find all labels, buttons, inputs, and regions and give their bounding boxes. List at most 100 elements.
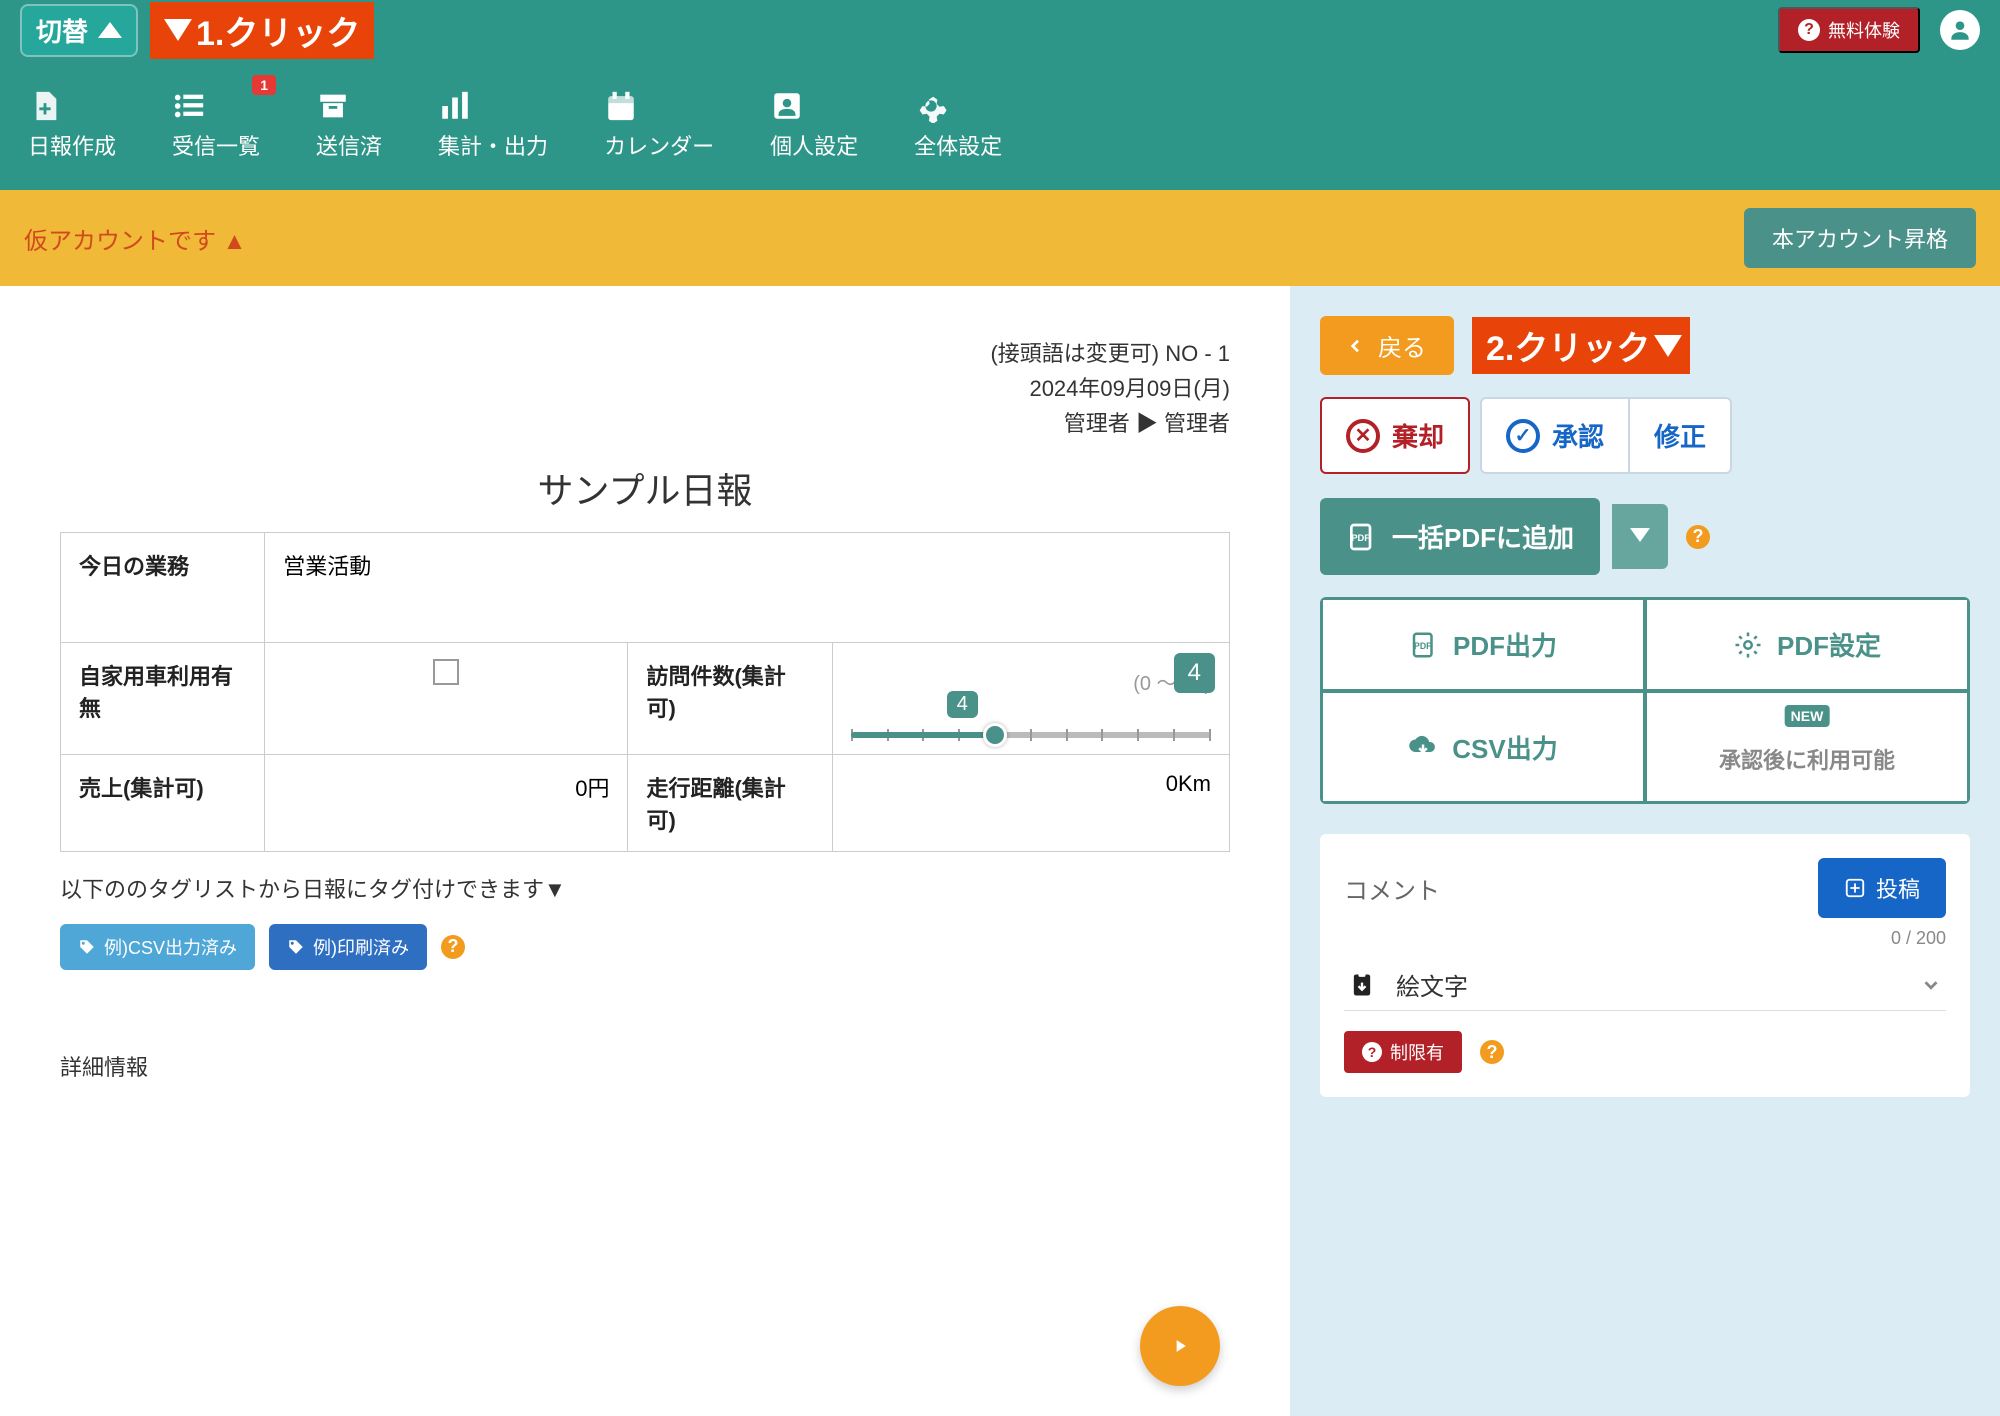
new-badge: NEW bbox=[1785, 705, 1830, 727]
char-count: 0 / 200 bbox=[1344, 928, 1946, 949]
chevron-left-icon bbox=[1348, 334, 1364, 358]
svg-text:PDF: PDF bbox=[1414, 640, 1432, 650]
upgrade-account-button[interactable]: 本アカウント昇格 bbox=[1744, 208, 1976, 268]
visit-label: 訪問件数(集計可) bbox=[628, 642, 832, 754]
pdf-icon: PDF bbox=[1346, 521, 1378, 553]
bulk-pdf-add-button[interactable]: PDF 一括PDFに追加 bbox=[1320, 498, 1600, 575]
nav-inbox[interactable]: 1 受信一覧 bbox=[164, 79, 268, 171]
avatar[interactable] bbox=[1940, 10, 1980, 50]
report-meta: (接頭語は変更可) NO - 1 2024年09月09日(月) 管理者 ▶ 管理… bbox=[60, 336, 1230, 442]
annotation-1: 1.クリック bbox=[150, 2, 374, 59]
approve-button[interactable]: ✓ 承認 bbox=[1480, 397, 1630, 474]
nav-sent[interactable]: 送信済 bbox=[308, 79, 390, 171]
visit-value-badge: 4 bbox=[1174, 653, 1215, 693]
nav-create-report[interactable]: 日報作成 bbox=[20, 79, 124, 171]
report-title: サンプル日報 bbox=[60, 462, 1230, 514]
nav-aggregate[interactable]: 集計・出力 bbox=[430, 79, 556, 171]
nav-badge: 1 bbox=[252, 75, 276, 95]
list-icon bbox=[172, 89, 260, 123]
pdf-icon: PDF bbox=[1409, 630, 1439, 660]
plus-box-icon bbox=[1844, 877, 1866, 899]
clipboard-icon bbox=[1348, 971, 1376, 999]
tag-icon bbox=[287, 938, 305, 956]
nav-global-settings[interactable]: 全体設定 bbox=[906, 79, 1010, 171]
detail-heading: 詳細情報 bbox=[60, 1050, 1230, 1082]
free-trial-label: 無料体験 bbox=[1828, 17, 1900, 43]
csv-out-label: CSV出力 bbox=[1452, 729, 1557, 766]
help-icon[interactable]: ? bbox=[1686, 525, 1710, 549]
visit-tooltip: 4 bbox=[947, 691, 978, 718]
help-icon[interactable]: ? bbox=[1480, 1040, 1504, 1064]
tag-csv-done[interactable]: 例)CSV出力済み bbox=[60, 924, 255, 970]
task-value: 営業活動 bbox=[265, 532, 1230, 642]
restrict-label: 制限有 bbox=[1390, 1039, 1444, 1065]
nav-label: 個人設定 bbox=[770, 134, 858, 159]
pdf-settings-button[interactable]: PDF設定 bbox=[1647, 600, 1967, 689]
file-plus-icon bbox=[28, 89, 116, 123]
archive-icon bbox=[316, 89, 382, 123]
nav-label: 受信一覧 bbox=[172, 134, 260, 159]
person-settings-icon bbox=[770, 89, 858, 123]
gear-icon bbox=[1733, 630, 1763, 660]
nav-label: 送信済 bbox=[316, 134, 382, 159]
pdf-output-button[interactable]: PDF PDF出力 bbox=[1323, 600, 1643, 689]
edit-button[interactable]: 修正 bbox=[1630, 397, 1732, 474]
slider-thumb[interactable] bbox=[983, 723, 1007, 747]
comment-title: コメント bbox=[1344, 871, 1440, 906]
distance-label: 走行距離(集計可) bbox=[628, 754, 832, 851]
pdf-add-label: 一括PDFに追加 bbox=[1392, 518, 1574, 555]
tag-note: 以下ののタグリストから日報にタグ付けできます▼ bbox=[60, 872, 1230, 904]
visit-range: (0 〜 10) bbox=[851, 667, 1211, 696]
reject-button[interactable]: ✕ 棄却 bbox=[1320, 397, 1470, 474]
restricted-button[interactable]: ? 制限有 bbox=[1344, 1031, 1462, 1073]
tag-printed[interactable]: 例)印刷済み bbox=[269, 924, 427, 970]
report-form-table: 今日の業務 営業活動 自家用車利用有無 訪問件数(集計可) 4 (0 〜 10)… bbox=[60, 532, 1230, 852]
svg-text:PDF: PDF bbox=[1351, 533, 1370, 543]
report-card: (接頭語は変更可) NO - 1 2024年09月09日(月) 管理者 ▶ 管理… bbox=[30, 316, 1260, 1386]
next-fab[interactable] bbox=[1140, 1306, 1220, 1386]
nav-calendar[interactable]: カレンダー bbox=[596, 79, 722, 171]
car-checkbox-cell bbox=[265, 642, 628, 754]
switch-label: 切替 bbox=[36, 12, 88, 49]
bulk-pdf-dropdown[interactable] bbox=[1612, 504, 1668, 569]
annotation-2: 2.クリック bbox=[1472, 317, 1690, 374]
sales-value: 0円 bbox=[265, 754, 628, 851]
nav-personal-settings[interactable]: 個人設定 bbox=[762, 79, 866, 171]
post-comment-button[interactable]: 投稿 bbox=[1818, 858, 1946, 918]
back-label: 戻る bbox=[1378, 328, 1426, 363]
calendar-icon bbox=[604, 89, 714, 123]
cloud-download-icon bbox=[1408, 732, 1438, 762]
nav-label: 集計・出力 bbox=[438, 134, 548, 159]
triangle-down-icon bbox=[164, 19, 192, 41]
distance-value: 0Km bbox=[832, 754, 1229, 851]
reject-label: 棄却 bbox=[1392, 417, 1444, 454]
tag-label: 例)印刷済み bbox=[313, 934, 409, 960]
emoji-picker-row[interactable]: 絵文字 bbox=[1344, 959, 1946, 1011]
chevron-down-icon bbox=[1920, 974, 1942, 996]
comment-panel: コメント 投稿 0 / 200 絵文字 ? 制限有 ? bbox=[1320, 834, 1970, 1097]
car-checkbox[interactable] bbox=[433, 659, 459, 685]
sales-label: 売上(集計可) bbox=[61, 754, 265, 851]
gear-icon bbox=[914, 89, 1002, 123]
csv-output-button[interactable]: CSV出力 bbox=[1323, 693, 1643, 801]
bar-chart-icon bbox=[438, 89, 548, 123]
visit-slider[interactable] bbox=[851, 732, 1211, 738]
free-trial-button[interactable]: ? 無料体験 bbox=[1778, 7, 1920, 53]
nav-label: 日報作成 bbox=[28, 134, 116, 159]
tag-label: 例)CSV出力済み bbox=[104, 934, 237, 960]
nav-label: カレンダー bbox=[604, 134, 714, 159]
help-icon: ? bbox=[1362, 1042, 1382, 1062]
check-circle-icon: ✓ bbox=[1506, 419, 1540, 453]
nav-label: 全体設定 bbox=[914, 134, 1002, 159]
after-approve-label: 承認後に利用可能 bbox=[1719, 743, 1895, 775]
x-circle-icon: ✕ bbox=[1346, 419, 1380, 453]
back-button[interactable]: 戻る bbox=[1320, 316, 1454, 375]
emoji-label: 絵文字 bbox=[1396, 967, 1900, 1002]
annotation-2-label: 2.クリック bbox=[1486, 321, 1650, 370]
task-label: 今日の業務 bbox=[61, 532, 265, 642]
notice-text: 仮アカウントです ▲ bbox=[24, 221, 246, 256]
help-icon[interactable]: ? bbox=[441, 935, 465, 959]
edit-label: 修正 bbox=[1654, 417, 1706, 454]
switch-button[interactable]: 切替 bbox=[20, 4, 138, 57]
person-icon bbox=[1947, 17, 1973, 43]
